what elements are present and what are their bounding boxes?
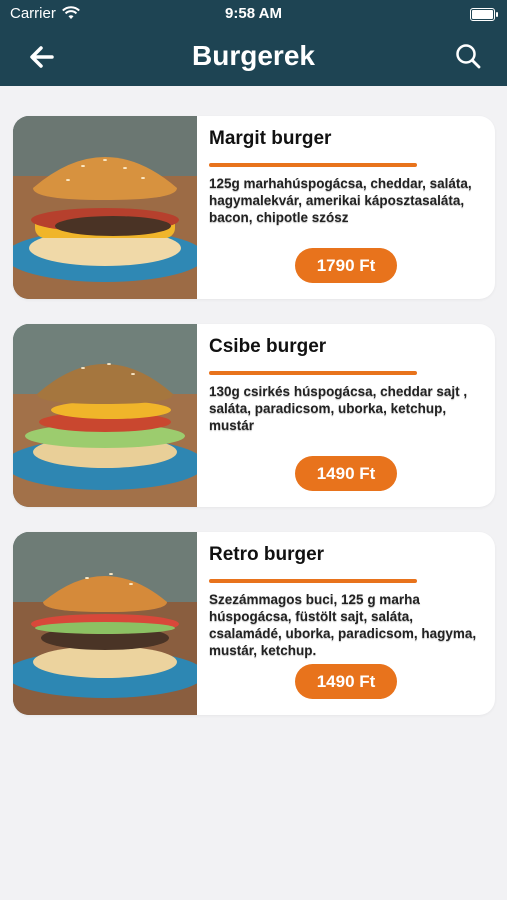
burger-name: Margit burger xyxy=(209,128,332,149)
orange-divider xyxy=(209,371,417,375)
battery-icon xyxy=(470,8,498,21)
burger-card[interactable]: Csibe burger 130g csirkés húspogácsa, ch… xyxy=(13,324,495,507)
burger-list: Margit burger 125g marhahúspogácsa, ched… xyxy=(13,116,495,740)
burger-card[interactable]: Margit burger 125g marhahúspogácsa, ched… xyxy=(13,116,495,299)
burger-description: 130g csirkés húspogácsa, cheddar sajt , … xyxy=(209,384,468,433)
orange-divider xyxy=(209,579,417,583)
orange-divider xyxy=(209,163,417,167)
page-title: Burgerek xyxy=(192,40,315,71)
burger-photo xyxy=(13,116,197,299)
price-button[interactable]: 1490 Ft xyxy=(295,456,397,491)
burger-photo xyxy=(13,324,197,507)
search-icon[interactable] xyxy=(449,37,489,77)
status-time: 9:58 AM xyxy=(225,5,282,22)
status-bar: Carrier 9:58 AM xyxy=(0,0,507,28)
burger-name: Csibe burger xyxy=(209,336,327,357)
price-button[interactable]: 1790 Ft xyxy=(295,248,397,283)
burger-photo xyxy=(13,532,197,715)
burger-description: Szezámmagos buci, 125 g marha húspogácsa… xyxy=(209,592,477,658)
navigation-bar: Burgerek xyxy=(0,28,507,86)
price-button[interactable]: 1490 Ft xyxy=(295,664,397,699)
burger-name: Retro burger xyxy=(209,544,325,565)
burger-description: 125g marhahúspogácsa, cheddar, saláta, h… xyxy=(209,176,472,225)
burger-card[interactable]: Retro burger Szezámmagos buci, 125 g mar… xyxy=(13,532,495,715)
